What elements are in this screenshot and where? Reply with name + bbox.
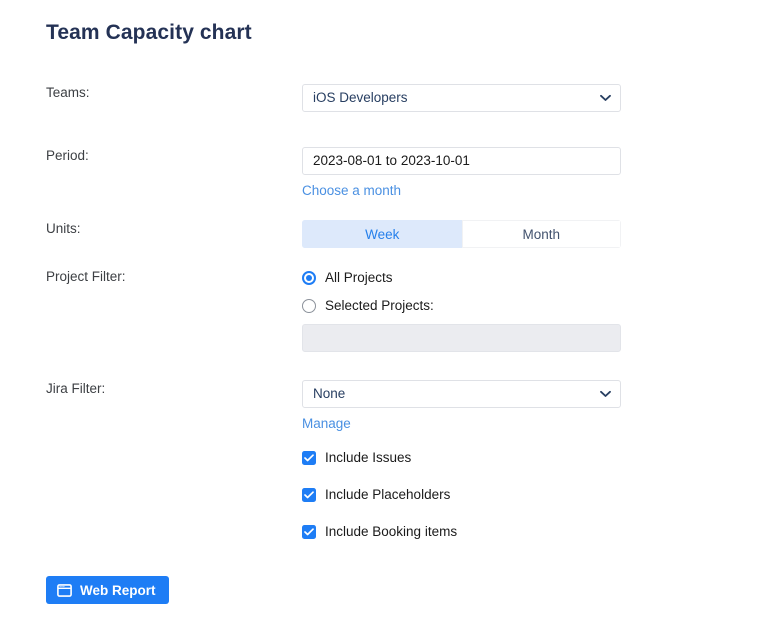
project-filter-field-column: All Projects Selected Projects: [302, 268, 622, 352]
radio-row-all-projects[interactable]: All Projects [302, 268, 622, 288]
units-label: Units: [46, 221, 81, 236]
jira-filter-select[interactable]: None [302, 380, 621, 408]
check-label-include-issues: Include Issues [325, 450, 412, 465]
radio-label-selected-projects: Selected Projects: [325, 298, 434, 313]
units-field-column: Week Month [302, 220, 622, 248]
check-label-include-placeholders: Include Placeholders [325, 487, 451, 502]
chevron-down-icon [600, 381, 611, 407]
teams-field-column: iOS Developers [302, 84, 622, 112]
project-filter-label: Project Filter: [46, 269, 126, 284]
checkbox-include-placeholders[interactable] [302, 488, 316, 502]
units-toggle-group: Week Month [302, 220, 621, 248]
manage-link[interactable]: Manage [302, 416, 351, 431]
radio-label-all-projects: All Projects [325, 270, 393, 285]
check-row-include-booking-items[interactable]: Include Booking items [302, 522, 622, 542]
radio-all-projects[interactable] [302, 271, 316, 285]
checkbox-include-issues[interactable] [302, 451, 316, 465]
check-icon [304, 454, 314, 462]
radio-row-selected-projects[interactable]: Selected Projects: [302, 296, 622, 316]
jira-filter-field-column: None Manage [302, 380, 622, 433]
page-title: Team Capacity chart [46, 21, 252, 44]
period-field-column: 2023-08-01 to 2023-10-01 Choose a month [302, 147, 622, 200]
radio-selected-projects[interactable] [302, 299, 316, 313]
check-icon [304, 491, 314, 499]
include-options-column: Include Issues Include Placeholders Incl… [302, 448, 622, 559]
jira-filter-select-value: None [313, 386, 346, 401]
check-label-include-booking-items: Include Booking items [325, 524, 458, 539]
browser-window-icon [57, 583, 72, 597]
selected-projects-input [302, 324, 621, 352]
units-toggle-month[interactable]: Month [461, 220, 621, 248]
check-row-include-issues[interactable]: Include Issues [302, 448, 622, 468]
units-toggle-week[interactable]: Week [302, 220, 462, 248]
check-icon [304, 528, 314, 536]
teams-label: Teams: [46, 85, 90, 100]
web-report-button-label: Web Report [80, 582, 156, 598]
checkbox-include-booking-items[interactable] [302, 525, 316, 539]
check-row-include-placeholders[interactable]: Include Placeholders [302, 485, 622, 505]
choose-a-month-link[interactable]: Choose a month [302, 183, 401, 198]
period-label: Period: [46, 148, 89, 163]
web-report-button[interactable]: Web Report [46, 576, 169, 604]
chevron-down-icon [600, 85, 611, 111]
jira-filter-label: Jira Filter: [46, 381, 106, 396]
period-input[interactable]: 2023-08-01 to 2023-10-01 [302, 147, 621, 175]
team-capacity-chart-page: Team Capacity chart Teams: iOS Developer… [0, 0, 760, 634]
teams-select-value: iOS Developers [313, 90, 408, 105]
teams-select[interactable]: iOS Developers [302, 84, 621, 112]
